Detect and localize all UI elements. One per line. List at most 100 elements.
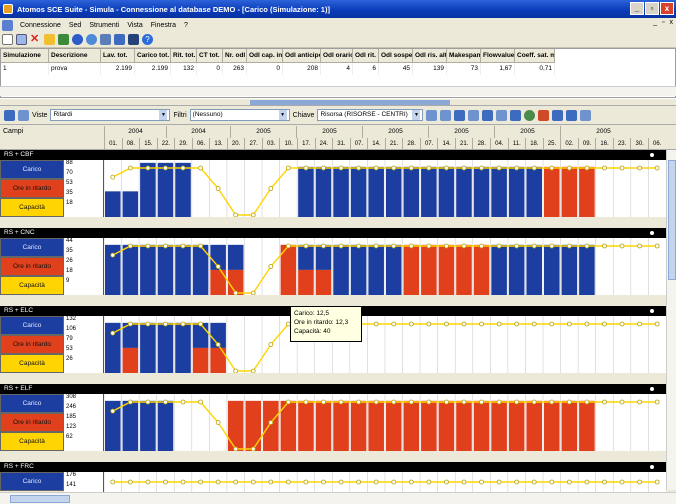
filter-icon[interactable] [468, 109, 480, 121]
column-header[interactable]: Odl orario [321, 49, 353, 63]
layout-icon[interactable] [552, 109, 564, 121]
menu-connessione[interactable]: Connessione [16, 22, 65, 29]
excel-icon[interactable] [510, 109, 522, 121]
mdi-restore-button[interactable]: ▫ [662, 19, 664, 26]
new-icon[interactable] [2, 34, 13, 45]
capacita-point [619, 243, 625, 249]
capacita-point [145, 243, 151, 249]
panel-splitter[interactable] [0, 98, 676, 106]
chart-icon[interactable] [100, 34, 111, 45]
series-label: Carico [0, 160, 64, 179]
chart-view-icon[interactable] [18, 109, 29, 121]
capacita-point [566, 479, 572, 485]
minimize-button[interactable]: _ [630, 2, 644, 15]
viste-select[interactable]: Ritardi ▼ [50, 109, 171, 121]
menu-sed[interactable]: Sed [65, 22, 85, 29]
pencil-icon[interactable] [44, 34, 55, 45]
load-chart[interactable] [104, 160, 666, 217]
binoculars-icon[interactable] [482, 109, 494, 121]
mdi-minimize-button[interactable]: _ [653, 19, 657, 26]
column-header[interactable]: Odl sospesi [379, 49, 413, 63]
capacita-point [321, 165, 326, 171]
section-header[interactable]: RS + ELF [0, 384, 666, 394]
year-label: 2005 [230, 126, 296, 138]
table-icon[interactable] [114, 34, 125, 45]
refresh-icon[interactable] [86, 34, 97, 45]
load-chart[interactable] [104, 394, 666, 451]
menu-vista[interactable]: Vista [123, 22, 146, 29]
ritardo-bar [333, 400, 349, 451]
gantt-icon[interactable] [128, 34, 139, 45]
carico-bar [157, 400, 174, 451]
grid-horizontal-scrollbar[interactable] [0, 86, 676, 96]
zoom-out-icon[interactable] [440, 109, 452, 121]
menu-finestra[interactable]: Finestra [147, 22, 180, 29]
table-row[interactable]: 1 prova 2.199 2.199 132 0 263 0 208 4 6 45 139 73 1,67… [1, 63, 675, 75]
carico-bar [491, 244, 507, 295]
help-icon[interactable]: ? [142, 34, 153, 45]
load-chart[interactable] [104, 316, 666, 373]
column-header[interactable]: Simulazione [1, 49, 49, 63]
export-icon[interactable] [58, 34, 69, 45]
run-icon[interactable] [72, 34, 83, 45]
column-header[interactable]: Odl rit. [353, 49, 379, 63]
column-header[interactable]: Lav. tot. [101, 49, 135, 63]
calendar-icon[interactable] [454, 109, 466, 121]
menu-strumenti[interactable]: Strumenti [85, 22, 123, 29]
column-header[interactable]: Nr. odl [223, 49, 247, 63]
column-header[interactable]: CT tot. [197, 49, 223, 63]
capacita-point [426, 399, 432, 405]
column-header[interactable]: Flowvalue [481, 49, 515, 63]
close-button[interactable]: x [660, 2, 674, 15]
series-label: Ore in ritardo [0, 257, 64, 276]
menu-help[interactable]: ? [180, 22, 192, 29]
capacita-point [549, 243, 555, 249]
capacita-point [145, 165, 151, 171]
column-header[interactable]: Odl cap. inf. [247, 49, 283, 63]
column-header[interactable]: Makespan [447, 49, 481, 63]
capacita-point [654, 321, 660, 327]
restore-button[interactable]: ▫ [645, 2, 659, 15]
zoom-in-icon[interactable] [426, 109, 438, 121]
expand-icon[interactable] [650, 231, 654, 235]
legend-icon[interactable] [566, 109, 578, 121]
chiave-select[interactable]: Risorsa (RISORSE - CENTRI) ▼ [317, 109, 424, 121]
column-header[interactable]: Rit. tot. [171, 49, 197, 63]
copy-icon[interactable] [16, 34, 27, 45]
load-chart[interactable] [104, 238, 666, 295]
column-header[interactable]: Descrizione [49, 49, 101, 63]
day-label: 10. [279, 138, 297, 150]
filtri-select[interactable]: (Nessuno) ▼ [189, 109, 290, 121]
expand-icon[interactable] [650, 465, 654, 469]
section-header[interactable]: RS + CBF [0, 150, 666, 160]
capacita-point [110, 330, 116, 336]
mdi-close-button[interactable]: x [670, 19, 674, 26]
table-cell: 132 [171, 63, 197, 75]
chart-horizontal-scrollbar[interactable] [0, 492, 676, 504]
expand-icon[interactable] [650, 387, 654, 391]
expand-icon[interactable] [650, 309, 654, 313]
print-icon[interactable] [496, 109, 508, 121]
load-chart[interactable] [104, 472, 666, 492]
column-header[interactable]: Odl ris. alt. [413, 49, 447, 63]
pin-icon[interactable] [538, 109, 550, 121]
column-header[interactable]: Carico tot. [135, 49, 171, 63]
section-header[interactable]: RS + CNC [0, 228, 666, 238]
chart-tooltip: Carico: 12,5 Ore in ritardo: 12,3 Capaci… [290, 306, 362, 342]
expand-icon[interactable] [650, 153, 654, 157]
menu-bar: Connessione Sed Strumenti Vista Finestra… [0, 18, 676, 32]
delete-icon[interactable]: ✕ [30, 34, 41, 45]
chart-vertical-scrollbar[interactable] [666, 150, 676, 490]
column-header[interactable]: Odl anticipo [283, 49, 321, 63]
year-label: 2005 [494, 126, 560, 138]
title-bar[interactable]: Atomos SCE Suite - Simula - Connessione … [0, 0, 676, 18]
column-header[interactable]: Coeff. sat. m [515, 49, 555, 63]
grid-lines-icon[interactable] [580, 109, 592, 121]
carico-bar [157, 244, 174, 295]
section-header[interactable]: RS + FRC [0, 462, 666, 472]
settings-icon[interactable] [524, 109, 536, 121]
capacita-point [496, 243, 502, 249]
ritardo-bar [403, 244, 420, 295]
tick-label: 141 [66, 482, 77, 488]
grid-view-icon[interactable] [4, 109, 15, 121]
